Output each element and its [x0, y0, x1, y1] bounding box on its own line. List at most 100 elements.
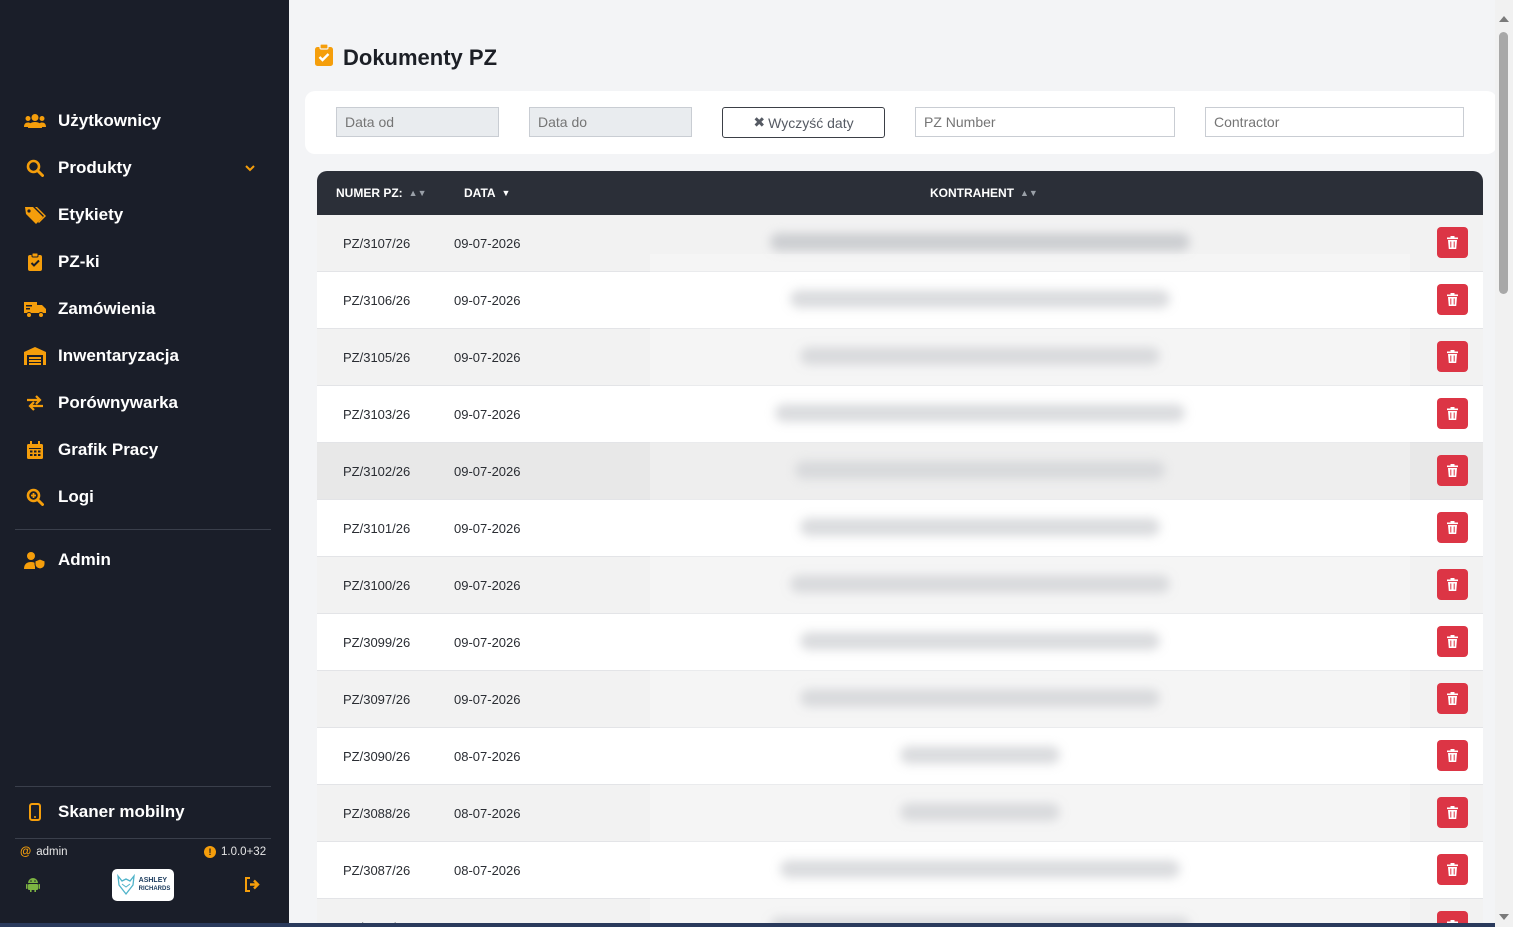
- sidebar-item-label: Grafik Pracy: [58, 440, 159, 459]
- contractor-name-redacted: [790, 290, 1170, 308]
- android-icon[interactable]: [26, 877, 40, 897]
- trash-icon: [1447, 293, 1458, 306]
- wolf-logo-icon: [116, 874, 135, 896]
- pz-number[interactable]: PZ/3087/26: [343, 863, 410, 878]
- delete-button[interactable]: [1437, 341, 1468, 372]
- contractor-name-redacted: [790, 575, 1170, 593]
- pz-number[interactable]: PZ/3088/26: [343, 806, 410, 821]
- scroll-thumb[interactable]: [1499, 32, 1508, 294]
- table-row[interactable]: PZ/3102/26 09-07-2026: [317, 443, 1483, 500]
- contractor-name-redacted: [775, 404, 1185, 422]
- sidebar-item-labels[interactable]: Etykiety: [24, 200, 264, 230]
- chevron-down-icon[interactable]: [244, 161, 256, 179]
- table-row[interactable]: PZ/3097/26 09-07-2026: [317, 671, 1483, 728]
- column-header-number[interactable]: NUMER PZ: ▲▼: [336, 186, 427, 200]
- sidebar-item-users[interactable]: Użytkownicy: [24, 106, 264, 136]
- app-version: ! 1.0.0+32: [204, 846, 266, 858]
- sidebar-item-orders[interactable]: Zamówienia: [24, 294, 264, 324]
- clear-dates-button[interactable]: ✖ Wyczyść daty: [722, 107, 885, 138]
- pz-number[interactable]: PZ/3102/26: [343, 464, 410, 479]
- delete-button[interactable]: [1437, 797, 1468, 828]
- delete-button[interactable]: [1437, 284, 1468, 315]
- pz-date: 08-07-2026: [454, 806, 521, 821]
- pz-number[interactable]: PZ/3101/26: [343, 521, 410, 536]
- page-title: Dokumenty PZ: [343, 44, 498, 70]
- pz-number[interactable]: PZ/3103/26: [343, 407, 410, 422]
- delete-button[interactable]: [1437, 569, 1468, 600]
- exchange-icon: [24, 392, 46, 414]
- pz-number[interactable]: PZ/3105/26: [343, 350, 410, 365]
- pz-date: 09-07-2026: [454, 521, 521, 536]
- column-header-contractor[interactable]: KONTRAHENT ▲▼: [930, 186, 1038, 200]
- sidebar-item-schedule[interactable]: Grafik Pracy: [24, 435, 264, 465]
- trash-icon: [1447, 863, 1458, 876]
- column-header-label: DATA: [464, 186, 496, 200]
- table-row[interactable]: PZ/3099/26 09-07-2026: [317, 614, 1483, 671]
- sidebar-item-label: PZ-ki: [58, 252, 100, 271]
- delete-button[interactable]: [1437, 398, 1468, 429]
- delete-button[interactable]: [1437, 512, 1468, 543]
- table-row[interactable]: PZ/3100/26 09-07-2026: [317, 557, 1483, 614]
- sidebar-item-inventory[interactable]: Inwentaryzacja: [24, 341, 264, 371]
- table-row[interactable]: PZ/3088/26 08-07-2026: [317, 785, 1483, 842]
- sidebar-item-logs[interactable]: Logi: [24, 482, 264, 512]
- column-header-date[interactable]: DATA ▼: [464, 186, 510, 200]
- table-row[interactable]: PZ/3106/26 09-07-2026: [317, 272, 1483, 329]
- column-header-label: KONTRAHENT: [930, 186, 1014, 200]
- table-row[interactable]: PZ/3103/26 09-07-2026: [317, 386, 1483, 443]
- contractor-input[interactable]: [1205, 107, 1464, 137]
- sidebar-item-compare[interactable]: Porównywarka: [24, 388, 264, 418]
- sort-desc-icon: ▼: [501, 188, 511, 198]
- pz-date: 08-07-2026: [454, 863, 521, 878]
- at-icon: @: [20, 846, 32, 858]
- current-user: @ admin: [20, 846, 68, 858]
- scrollbar[interactable]: [1495, 0, 1513, 927]
- delete-button[interactable]: [1437, 626, 1468, 657]
- sidebar-item-pz[interactable]: PZ-ki: [24, 247, 264, 277]
- date-from-input[interactable]: [336, 107, 499, 137]
- sidebar-item-admin[interactable]: Admin: [24, 545, 264, 575]
- sidebar-item-label: Użytkownicy: [58, 111, 161, 130]
- delete-button[interactable]: [1437, 854, 1468, 885]
- sidebar-item-mobile-scanner[interactable]: Skaner mobilny: [24, 797, 264, 827]
- table-row[interactable]: PZ/3107/26 09-07-2026: [317, 215, 1483, 272]
- trash-icon: [1447, 806, 1458, 819]
- pz-number[interactable]: PZ/3106/26: [343, 293, 410, 308]
- column-header-label: NUMER PZ:: [336, 186, 403, 200]
- pz-date: 09-07-2026: [454, 236, 521, 251]
- delete-button[interactable]: [1437, 740, 1468, 771]
- scroll-down-icon[interactable]: [1499, 914, 1509, 920]
- sidebar-item-label: Porównywarka: [58, 393, 178, 412]
- table-row[interactable]: PZ/3087/26 08-07-2026: [317, 842, 1483, 899]
- search-icon: [24, 157, 46, 179]
- sort-icon: ▲▼: [408, 188, 427, 198]
- contractor-name-redacted: [900, 803, 1060, 821]
- scroll-up-icon[interactable]: [1499, 16, 1509, 22]
- sidebar-item-products[interactable]: Produkty: [24, 153, 264, 183]
- trash-icon: [1447, 578, 1458, 591]
- delete-button[interactable]: [1437, 455, 1468, 486]
- delete-button[interactable]: [1437, 683, 1468, 714]
- sort-icon: ▲▼: [1020, 188, 1038, 198]
- contractor-name-redacted: [800, 347, 1160, 365]
- pz-number[interactable]: PZ/3090/26: [343, 749, 410, 764]
- pz-number[interactable]: PZ/3107/26: [343, 236, 410, 251]
- pz-number[interactable]: PZ/3099/26: [343, 635, 410, 650]
- pz-date: 08-07-2026: [454, 749, 521, 764]
- logo-text-bottom: RICHARDS: [138, 886, 171, 892]
- pz-number[interactable]: PZ/3097/26: [343, 692, 410, 707]
- pz-date: 09-07-2026: [454, 578, 521, 593]
- logout-icon[interactable]: [244, 877, 261, 897]
- delete-button[interactable]: [1437, 227, 1468, 258]
- table-row[interactable]: PZ/3101/26 09-07-2026: [317, 500, 1483, 557]
- company-logo: ASHLEY RICHARDS: [112, 869, 174, 901]
- table-row[interactable]: PZ/3105/26 09-07-2026: [317, 329, 1483, 386]
- filter-card: ✖ Wyczyść daty: [305, 91, 1495, 154]
- table-row[interactable]: PZ/3090/26 08-07-2026: [317, 728, 1483, 785]
- truck-icon: [24, 298, 46, 320]
- date-to-input[interactable]: [529, 107, 692, 137]
- pz-number-input[interactable]: [915, 107, 1175, 137]
- users-icon: [24, 110, 46, 132]
- user-shield-icon: [24, 549, 46, 571]
- pz-number[interactable]: PZ/3100/26: [343, 578, 410, 593]
